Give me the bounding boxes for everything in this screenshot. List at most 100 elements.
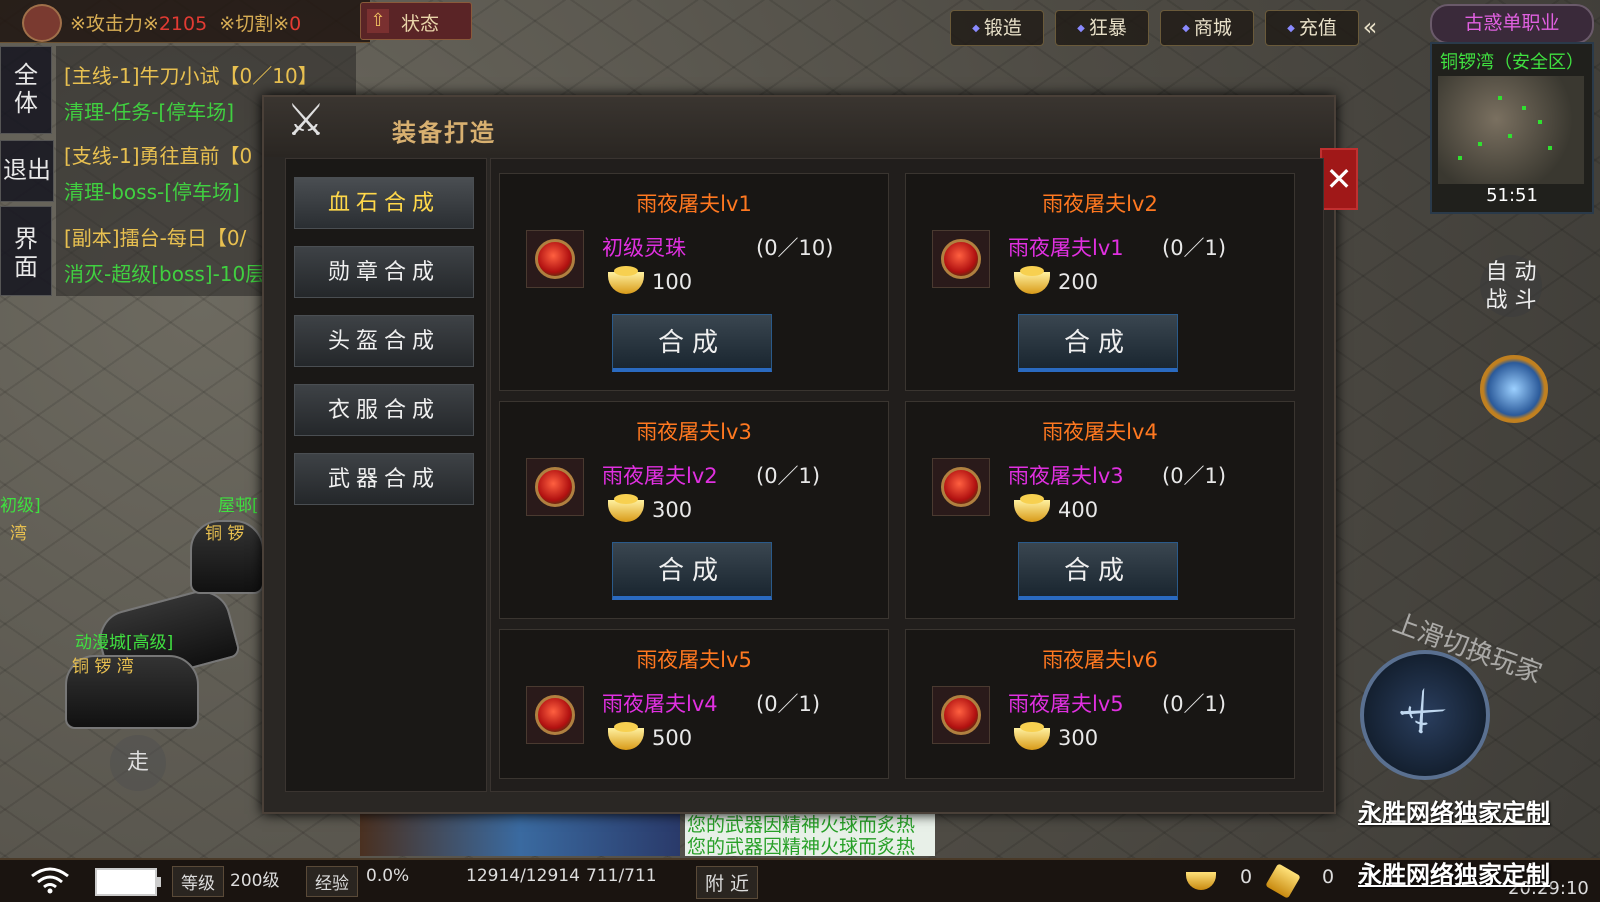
crossed-swords-icon: ⚔ bbox=[286, 95, 326, 146]
material-slot[interactable] bbox=[932, 230, 990, 288]
tab-recharge[interactable]: 充值 bbox=[1265, 10, 1359, 46]
category-panel: 血石合成 勋章合成 头盔合成 衣服合成 武器合成 bbox=[285, 158, 487, 792]
material-name: 雨夜屠夫lv1 bbox=[1008, 236, 1124, 260]
cut-value: 0 bbox=[289, 13, 302, 35]
quest-title[interactable]: [支线-1]勇往直前【0 bbox=[64, 140, 252, 169]
gold-ingot-icon bbox=[608, 266, 644, 294]
close-icon[interactable]: ✕ bbox=[1320, 148, 1358, 210]
gold-ingot-icon bbox=[608, 494, 644, 522]
level-value: 200级 bbox=[230, 871, 280, 891]
recipe-title: 雨夜屠夫lv5 bbox=[636, 648, 752, 672]
material-count: (0／10) bbox=[756, 236, 834, 260]
attack-stat: ※攻击力※2105 ※切割※0 bbox=[70, 9, 301, 36]
recipe-title: 雨夜屠夫lv3 bbox=[636, 420, 752, 444]
synthesize-button[interactable]: 合成 bbox=[1018, 314, 1178, 372]
dialog-title: 装备打造 bbox=[392, 118, 496, 147]
tab-rage[interactable]: 狂暴 bbox=[1055, 10, 1149, 46]
recipe-card: 雨夜屠夫lv2 雨夜屠夫lv1 (0／1) 200 合成 bbox=[905, 173, 1295, 391]
quest-objective[interactable]: 消灭-超级[boss]-10层 bbox=[64, 258, 265, 287]
skill-icon[interactable] bbox=[1480, 355, 1548, 423]
tab-shop[interactable]: 商城 bbox=[1160, 10, 1254, 46]
gold-cost: 400 bbox=[1058, 498, 1099, 522]
brand-watermark: 永胜网络独家定制 bbox=[1358, 799, 1550, 827]
side-button-all[interactable]: 全 体 bbox=[0, 46, 52, 134]
walk-button[interactable]: 走 bbox=[110, 735, 166, 791]
exp-label: 经验 bbox=[306, 866, 358, 897]
wifi-icon bbox=[31, 867, 69, 894]
material-slot[interactable] bbox=[932, 686, 990, 744]
nav-armor-synthesis[interactable]: 衣服合成 bbox=[294, 384, 474, 436]
attack-sword-icon[interactable]: ⚔ bbox=[1360, 650, 1490, 780]
nav-helmet-synthesis[interactable]: 头盔合成 bbox=[294, 315, 474, 367]
synthesize-button[interactable]: 合成 bbox=[1018, 542, 1178, 600]
npc-name[interactable]: 动漫城[高级] bbox=[75, 628, 173, 653]
gold-ingot-icon bbox=[608, 722, 644, 750]
job-banner[interactable]: 古惑单职业 bbox=[1430, 4, 1594, 44]
minimap-marker bbox=[1548, 146, 1552, 150]
chat-strip[interactable]: 您的武器因精神火球而炙热 您的武器因精神火球而炙热 bbox=[360, 810, 935, 858]
mp-value: 711/711 bbox=[586, 866, 657, 886]
quest-objective[interactable]: 清理-boss-[停车场] bbox=[64, 176, 240, 205]
npc-location: 铜 锣 bbox=[205, 524, 245, 544]
material-count: (0／1) bbox=[756, 692, 821, 716]
nav-medal-synthesis[interactable]: 勋章合成 bbox=[294, 246, 474, 298]
chat-messages: 您的武器因精神火球而炙热 您的武器因精神火球而炙热 bbox=[685, 810, 935, 858]
npc-name[interactable]: 屋邨[ bbox=[218, 491, 259, 516]
minimap-zone: 铜锣湾（安全区） bbox=[1440, 52, 1584, 73]
tab-forge[interactable]: 锻造 bbox=[950, 10, 1044, 46]
gold-cost: 300 bbox=[652, 498, 693, 522]
recipe-grid: 雨夜屠夫lv1 初级灵珠 (0／10) 100 合成 雨夜屠夫lv2 雨夜屠夫lv1 (0／1… bbox=[490, 158, 1324, 792]
quest-objective[interactable]: 清理-任务-[停车场] bbox=[64, 96, 234, 125]
gem-icon bbox=[535, 695, 575, 735]
ticket-count: 0 bbox=[1322, 866, 1335, 888]
material-count: (0／1) bbox=[1162, 464, 1227, 488]
recipe-card: 雨夜屠夫lv3 雨夜屠夫lv2 (0／1) 300 合成 bbox=[499, 401, 889, 619]
quest-title[interactable]: [副本]擂台-每日【0/ bbox=[64, 222, 246, 251]
minimap-time: 51:51 bbox=[1486, 185, 1538, 206]
gem-icon bbox=[941, 239, 981, 279]
npc-name[interactable]: 初级] bbox=[0, 491, 41, 516]
side-button-interface[interactable]: 界 面 bbox=[0, 206, 52, 296]
brand-watermark-2: 永胜网络独家定制 bbox=[1358, 861, 1550, 889]
synthesize-button[interactable]: 合成 bbox=[612, 542, 772, 600]
nearby-button[interactable]: 附 近 bbox=[696, 866, 759, 899]
chat-message: 您的武器因精神火球而炙热 bbox=[687, 836, 916, 858]
material-slot[interactable] bbox=[526, 458, 584, 516]
synthesize-button[interactable]: 合成 bbox=[612, 314, 772, 372]
sword-glyph-icon: ⚔ bbox=[1386, 676, 1457, 748]
collapse-icon[interactable]: « bbox=[1350, 10, 1390, 44]
auto-fight-button[interactable]: 自 动 战 斗 bbox=[1480, 255, 1542, 317]
gold-ingot-icon bbox=[1014, 722, 1050, 750]
recipe-card: 雨夜屠夫lv6 雨夜屠夫lv5 (0／1) 300 bbox=[905, 629, 1295, 779]
material-name: 初级灵珠 bbox=[602, 236, 686, 260]
material-slot[interactable] bbox=[932, 458, 990, 516]
player-portrait[interactable] bbox=[22, 4, 62, 42]
state-button[interactable]: ⇧ 状态 bbox=[360, 2, 472, 40]
side-button-exit[interactable]: 退出 bbox=[0, 140, 54, 202]
gem-icon bbox=[535, 467, 575, 507]
material-slot[interactable] bbox=[526, 686, 584, 744]
material-name: 雨夜屠夫lv5 bbox=[1008, 692, 1124, 716]
gold-count: 0 bbox=[1240, 866, 1253, 888]
recipe-card: 雨夜屠夫lv4 雨夜屠夫lv3 (0／1) 400 合成 bbox=[905, 401, 1295, 619]
quest-title[interactable]: [主线-1]牛刀小试【0／10】 bbox=[64, 60, 318, 89]
chat-banner-image bbox=[360, 810, 680, 856]
nav-bloodstone-synthesis[interactable]: 血石合成 bbox=[294, 177, 474, 229]
recipe-title: 雨夜屠夫lv4 bbox=[1042, 420, 1158, 444]
recipe-title: 雨夜屠夫lv1 bbox=[636, 192, 752, 216]
minimap[interactable]: 铜锣湾（安全区） 51:51 bbox=[1430, 42, 1594, 214]
recipe-card: 雨夜屠夫lv5 雨夜屠夫lv4 (0／1) 500 bbox=[499, 629, 889, 779]
material-name: 雨夜屠夫lv2 bbox=[602, 464, 718, 488]
nav-weapon-synthesis[interactable]: 武器合成 bbox=[294, 453, 474, 505]
recipe-card: 雨夜屠夫lv1 初级灵珠 (0／10) 100 合成 bbox=[499, 173, 889, 391]
up-arrow-icon: ⇧ bbox=[367, 9, 389, 33]
minimap-marker bbox=[1508, 134, 1512, 138]
attack-label: ※攻击力※ bbox=[70, 13, 159, 35]
gem-icon bbox=[941, 467, 981, 507]
minimap-marker bbox=[1498, 96, 1502, 100]
material-count: (0／1) bbox=[756, 464, 821, 488]
minimap-marker bbox=[1478, 142, 1482, 146]
cut-label: ※切割※ bbox=[219, 13, 290, 35]
npc-location: 铜 锣 湾 bbox=[72, 657, 134, 677]
material-slot[interactable] bbox=[526, 230, 584, 288]
